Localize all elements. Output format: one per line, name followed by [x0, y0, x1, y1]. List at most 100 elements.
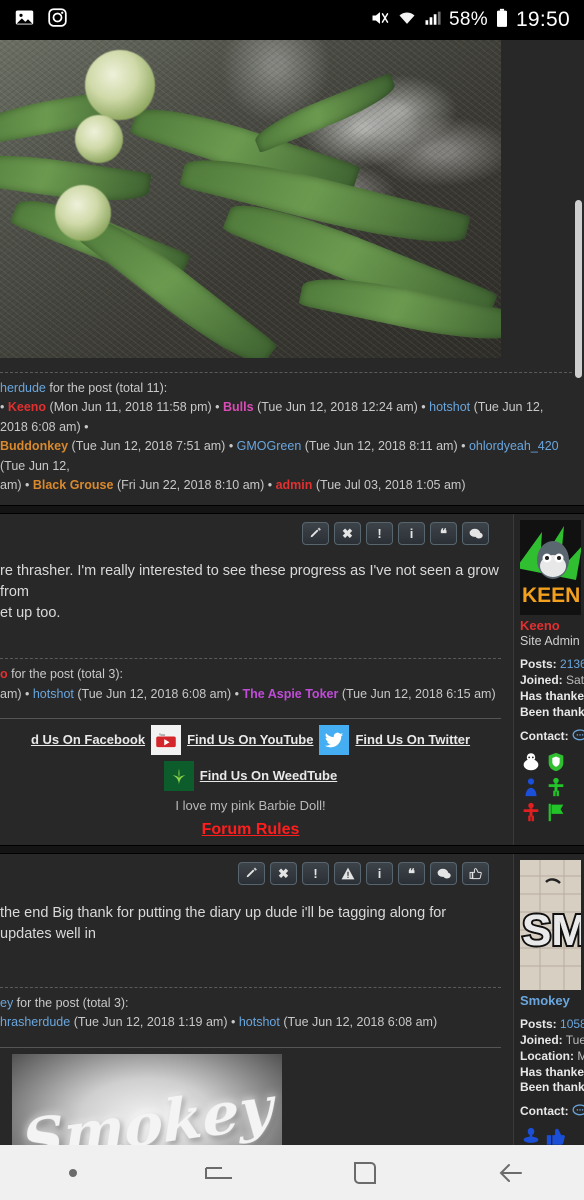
signature-banner-text: Smokey [20, 1072, 274, 1145]
recents-button[interactable] [146, 1158, 292, 1188]
thanker-bulls[interactable]: Bulls [223, 400, 254, 414]
thanker-keeno[interactable]: Keeno [8, 400, 46, 414]
youtube-link[interactable]: Find Us On YouTube [187, 731, 313, 750]
thanker-thrasherdude[interactable]: hrasherdude [0, 1015, 70, 1029]
green-shield-award-icon[interactable] [545, 751, 567, 773]
post-2: ✖ ! i ❝ re thrasher. I'm really interest… [0, 514, 584, 846]
thanker-ohlordyeah-date: (Tue Jun 12, [0, 458, 70, 473]
thanker-bulls-date: (Tue Jun 12, 2018 12:24 am) [257, 400, 418, 415]
thanker-hotshot[interactable]: hotshot [33, 687, 74, 701]
mute-icon [370, 8, 390, 33]
thanks-prefix-user[interactable]: o [0, 667, 8, 681]
green-flag-award-icon[interactable] [545, 801, 567, 823]
post-3-thanks-block: ey for the post (total 3): hrasherdude (… [0, 996, 438, 1030]
thanks-total-label: for the post (total 3): [7, 667, 123, 682]
thanker-hotshot[interactable]: hotshot [239, 1015, 280, 1029]
thanker-admin[interactable]: admin [276, 478, 313, 492]
contact-message-icon[interactable] [572, 1104, 584, 1118]
thanker-ohlordyeah[interactable]: ohlordyeah_420 [469, 439, 559, 453]
reply-post-button[interactable] [430, 862, 457, 886]
wifi-icon [397, 8, 417, 33]
quote-post-button[interactable]: ❝ [398, 862, 425, 886]
post-2-signature: d Us On Facebook You Find Us On YouTube … [0, 719, 501, 845]
thanker-gmogreen[interactable]: GMOGreen [237, 439, 302, 453]
thanker-hotshot[interactable]: hotshot [429, 400, 470, 414]
posts-label: Posts: [520, 1017, 557, 1032]
has-thanked-label: Has thanked: [520, 688, 584, 703]
author-stats: Posts: 1058 Joined: Tue Location: Mo Has… [520, 1017, 584, 1096]
post-2-author-profile: KEEN Keeno Site Admin Posts: 2136 Joined… [513, 514, 584, 846]
signature-quote: I love my pink Barbie Doll! [175, 798, 326, 814]
blue-figure-award-icon[interactable] [520, 1126, 542, 1145]
post-2-body-line-1: re thrasher. I'm really interested to se… [0, 563, 499, 601]
post-3-toolbar: ✖ ! i ❝ [0, 854, 501, 889]
green-person-award-icon[interactable] [545, 776, 567, 798]
thanker-hotshot-date: (Tue Jun 12, 2018 6:08 am) [283, 1015, 438, 1030]
contact-label: Contact: [520, 1104, 569, 1119]
author-stats: Posts: 2136 Joined: Sat O Has thanked: B… [520, 657, 584, 720]
thanker-aspie-toker[interactable]: The Aspie Toker [242, 687, 338, 701]
posts-label: Posts: [520, 657, 557, 672]
contact-message-icon[interactable] [572, 728, 584, 743]
blue-figure-award-icon[interactable] [520, 776, 542, 798]
edit-post-button[interactable] [302, 522, 329, 546]
back-button[interactable] [438, 1159, 584, 1187]
avatar[interactable]: SMO SMO [520, 860, 581, 991]
page-scrollbar[interactable] [575, 200, 582, 378]
post-separator [0, 505, 584, 515]
menu-dot-button[interactable] [0, 1167, 146, 1179]
clock-label: 19:50 [515, 8, 570, 31]
report-post-button[interactable]: ! [366, 522, 393, 546]
posts-value: 1058 [560, 1017, 584, 1032]
report-post-button[interactable]: ! [302, 862, 329, 886]
sheep-award-icon[interactable] [520, 751, 542, 773]
home-button[interactable] [292, 1158, 438, 1188]
thanker-buddonkey[interactable]: Buddonkey [0, 439, 68, 453]
edit-post-button[interactable] [238, 862, 265, 886]
post-3-body-line-1: the end Big thank for putting the diary … [0, 905, 447, 943]
joined-label: Joined: [520, 673, 563, 688]
facebook-link[interactable]: d Us On Facebook [31, 731, 145, 750]
location-value: Mo [577, 1048, 584, 1063]
signature-banner-image[interactable]: Smokey [12, 1053, 282, 1145]
post-info-button[interactable]: i [366, 862, 393, 886]
post-3: ✖ ! i ❝ the end Big thank for putting th… [0, 854, 584, 1145]
post-info-button[interactable]: i [398, 522, 425, 546]
grow-photo[interactable] [0, 40, 501, 358]
post-2-toolbar: ✖ ! i ❝ [0, 514, 501, 549]
twitter-icon [319, 725, 350, 756]
contact-row[interactable]: Contact: [520, 1104, 584, 1119]
thanks-divider [0, 658, 501, 660]
weedtube-link[interactable]: Find Us On WeedTube [200, 767, 337, 786]
author-username[interactable]: Smokey [520, 993, 580, 1008]
thanks-prefix-user[interactable]: herdude [0, 381, 46, 395]
post-2-body-line-2: et up too. [0, 605, 61, 622]
twitter-link[interactable]: Find Us On Twitter [355, 731, 470, 750]
thanker-black-grouse[interactable]: Black Grouse [33, 478, 114, 492]
like-post-button[interactable] [462, 862, 489, 886]
battery-icon [495, 8, 509, 33]
android-status-bar: 58% 19:50 [0, 0, 584, 40]
blue-thumb-award-icon[interactable] [545, 1126, 567, 1145]
thanks-total-label: for the post (total 3): [13, 996, 129, 1011]
youtube-icon: You [151, 725, 182, 756]
joined-label: Joined: [520, 1032, 563, 1047]
warn-post-button[interactable] [334, 862, 361, 886]
author-awards [520, 1126, 580, 1145]
contact-row[interactable]: Contact: [520, 729, 584, 743]
quote-post-button[interactable]: ❝ [430, 522, 457, 546]
avatar[interactable]: KEEN [520, 520, 581, 616]
post-3-author-profile: SMO SMO Smokey Posts: 1058 Joined: Tue L… [513, 854, 584, 1145]
forum-rules-link[interactable]: Forum Rules [202, 818, 300, 841]
reply-post-button[interactable] [462, 522, 489, 546]
thanks-divider [0, 372, 572, 373]
thanks-sep: • [0, 400, 8, 415]
red-person-award-icon[interactable] [520, 801, 542, 823]
delete-post-button[interactable]: ✖ [334, 522, 361, 546]
browser-viewport[interactable]: herdude for the post (total 11): • Keeno… [0, 40, 584, 1145]
weedtube-icon [163, 761, 194, 792]
author-username[interactable]: Keeno [520, 618, 580, 633]
thanker-black-grouse-date: (Fri Jun 22, 2018 8:10 am) [116, 477, 265, 492]
delete-post-button[interactable]: ✖ [270, 862, 297, 886]
thanks-prefix-user[interactable]: ey [0, 996, 13, 1010]
